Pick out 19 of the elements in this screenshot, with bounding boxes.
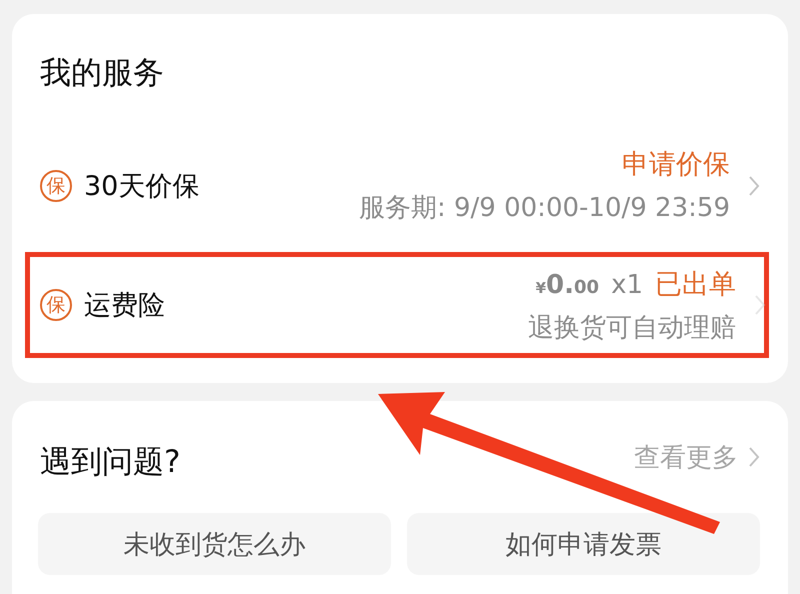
section-title: 我的服务 [40, 54, 165, 93]
question-button[interactable]: 未收到货怎么办 [38, 513, 391, 575]
service-name: 30天价保 [84, 170, 200, 204]
quantity-text: x1 [611, 270, 643, 300]
detail-text: 服务期: 9/9 00:00-10/9 23:59 [358, 192, 730, 225]
service-row[interactable]: 保 30天价保 申请价保 服务期: 9/9 00:00-10/9 23:59 [40, 128, 760, 243]
chevron-icon [754, 294, 766, 316]
service-name: 运费险 [84, 289, 165, 323]
status-text: 已出单 [655, 268, 736, 302]
status-text: 申请价保 [622, 148, 730, 182]
chevron-icon [748, 174, 760, 196]
chevron-icon [748, 446, 760, 468]
shield-icon: 保 [40, 170, 72, 202]
highlighted-service-row[interactable]: 保 运费险 ¥0.00 x1 已出单 退换货可自动理赔 [28, 255, 766, 355]
question-button[interactable]: 如何申请发票 [407, 513, 760, 575]
shield-icon: 保 [40, 289, 72, 321]
detail-text: 退换货可自动理赔 [528, 312, 736, 344]
section-title: 遇到问题? [40, 443, 180, 482]
price-text: ¥0.00 [536, 270, 600, 300]
